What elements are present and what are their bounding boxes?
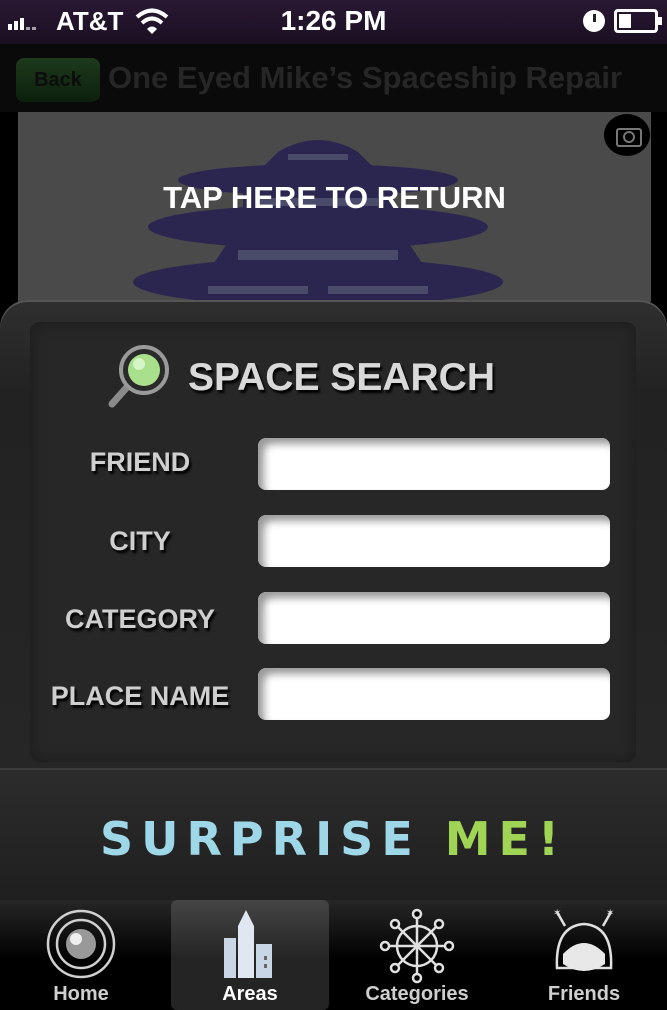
navigation-bar: Back One Eyed Mike’s Spaceship Repair — [0, 44, 667, 112]
tab-friends[interactable]: ✶ ✶ Friends — [505, 900, 663, 1010]
svg-text:✶: ✶ — [606, 908, 614, 919]
tab-friends-label: Friends — [547, 983, 621, 1005]
tab-areas-label: Areas — [222, 983, 278, 1005]
place-name-field[interactable] — [258, 668, 610, 720]
place-name-label: PLACE NAME — [50, 681, 230, 711]
magnifying-glass-icon — [108, 345, 169, 408]
alarm-clock-icon — [583, 10, 605, 32]
surprise-word: SURPRISE — [100, 812, 421, 866]
friend-field[interactable] — [258, 438, 610, 490]
astronaut-helmet-icon: ✶ ✶ — [553, 908, 614, 971]
tab-home[interactable]: Home — [2, 900, 160, 1010]
network-hub-icon — [379, 908, 455, 984]
battery-icon — [614, 9, 662, 33]
status-bar: AT&T 1:26 PM — [0, 0, 667, 44]
home-orb-icon — [46, 909, 116, 979]
tab-categories-label: Categories — [365, 983, 469, 1005]
back-button-label: Back — [34, 68, 82, 91]
spaceship-image — [133, 140, 503, 302]
tab-areas[interactable]: Areas — [171, 900, 329, 1010]
tab-categories[interactable]: Categories — [338, 900, 496, 1010]
surprise-me-label[interactable]: SURPRISE ME! — [0, 812, 667, 866]
category-label: CATEGORY — [64, 604, 215, 634]
page-title: One Eyed Mike’s Spaceship Repair — [108, 60, 622, 95]
space-search-title: SPACE SEARCH — [188, 356, 495, 399]
status-time: 1:26 PM — [280, 5, 387, 36]
tap-to-return-label[interactable]: TAP HERE TO RETURN — [18, 180, 651, 216]
city-label: CITY — [109, 526, 171, 556]
svg-text:✶: ✶ — [553, 908, 561, 919]
category-field[interactable] — [258, 592, 610, 644]
back-button[interactable]: Back — [16, 58, 100, 102]
tab-home-label: Home — [53, 983, 109, 1005]
camera-icon[interactable] — [604, 114, 650, 156]
friend-label: FRIEND — [89, 447, 191, 477]
me-word: ME! — [444, 812, 567, 866]
city-buildings-icon — [224, 910, 272, 978]
city-field[interactable] — [258, 515, 610, 567]
